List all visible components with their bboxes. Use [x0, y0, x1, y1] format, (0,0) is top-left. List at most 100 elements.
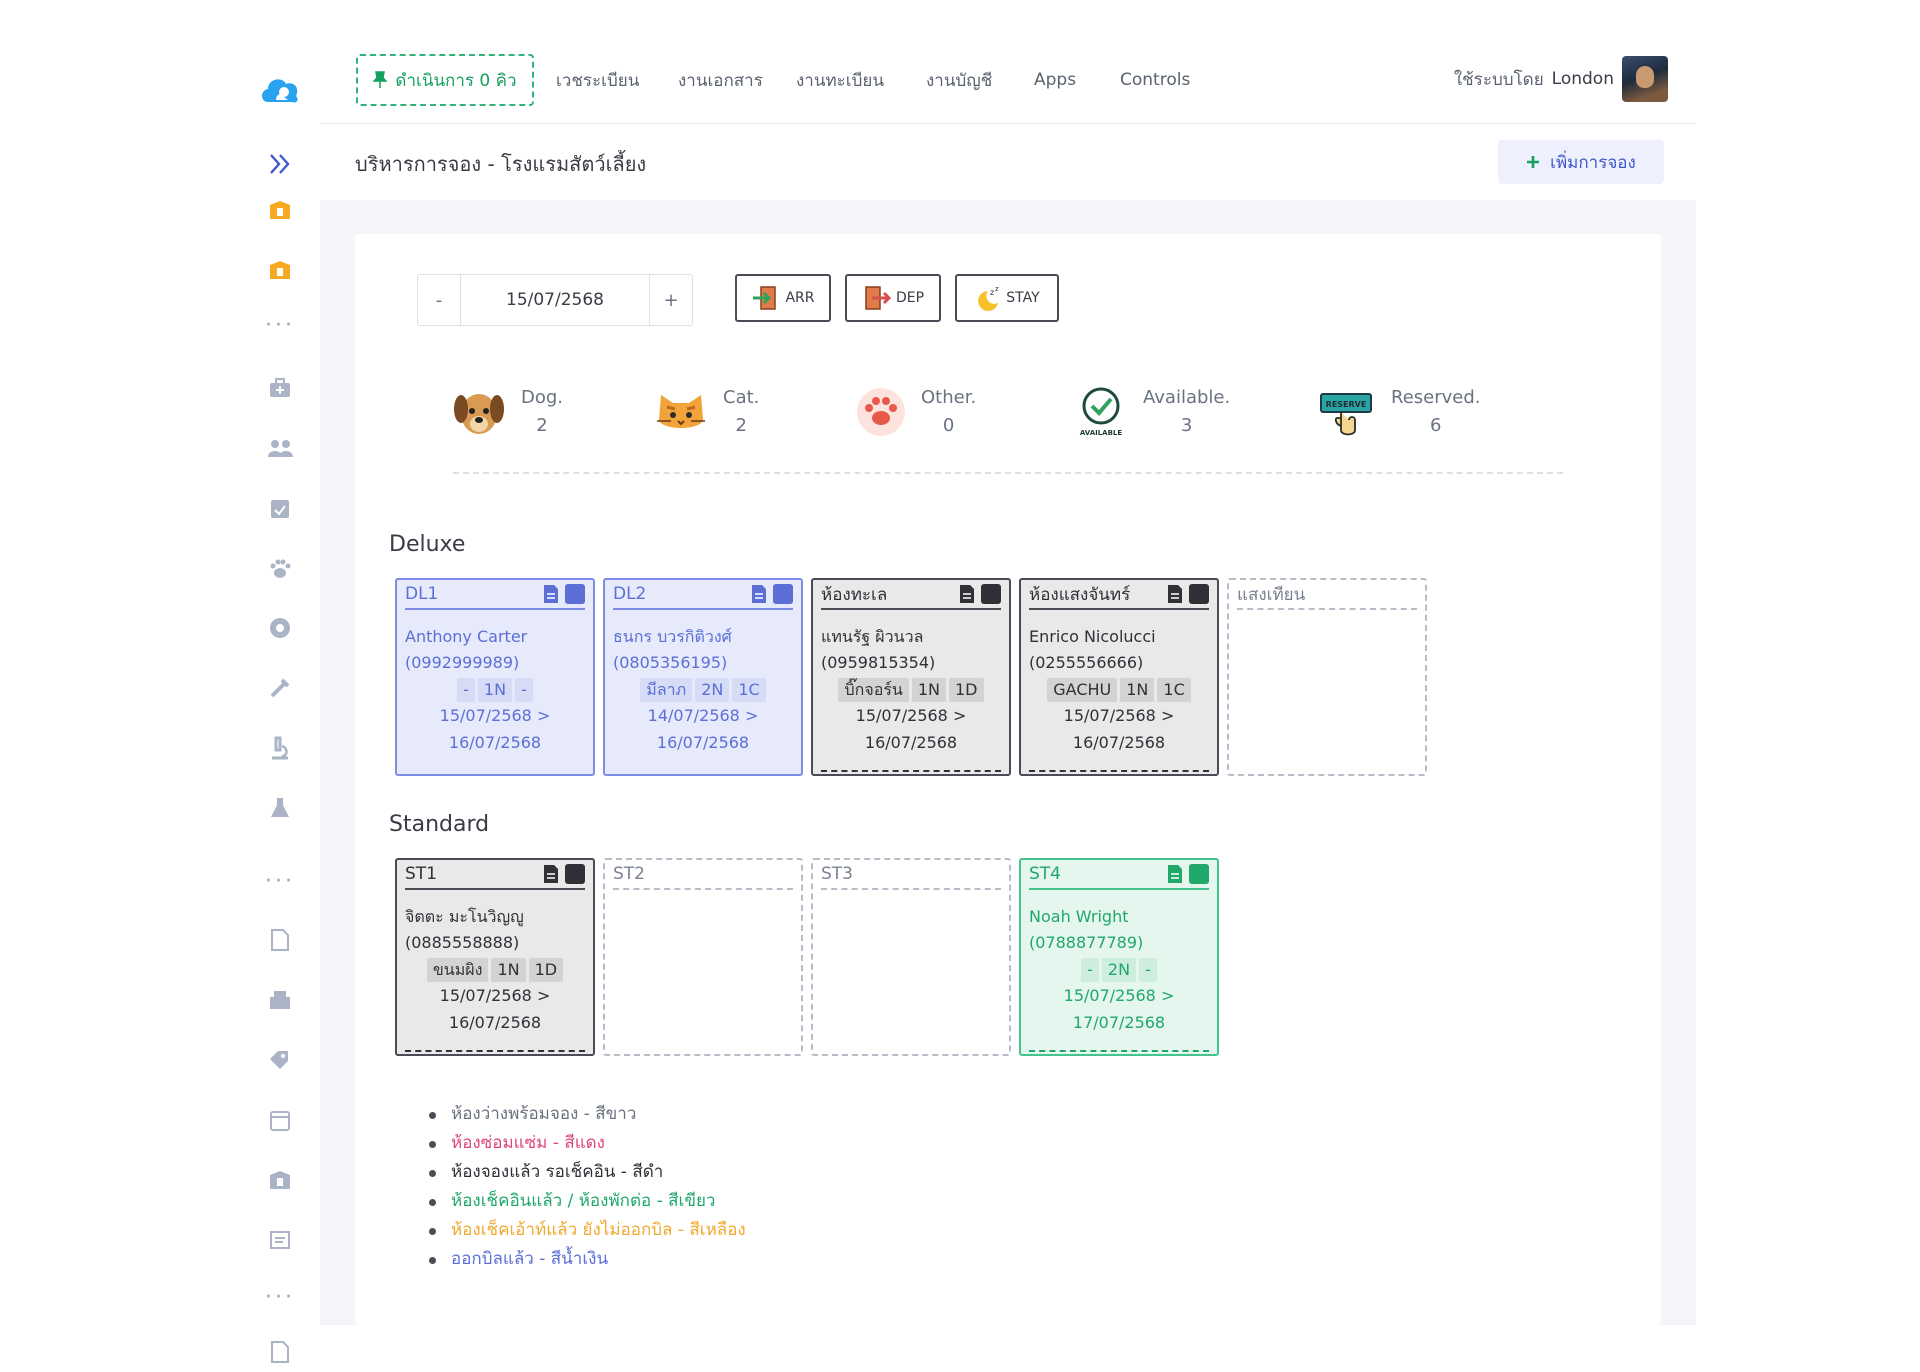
nav-item-controls[interactable]: Controls [1120, 54, 1190, 106]
stat-other-label: Other. [921, 387, 977, 408]
report-icon[interactable] [240, 1332, 320, 1372]
stat-cat-value: 2 [735, 415, 747, 436]
clinic-icon[interactable] [240, 250, 320, 290]
expand-icon[interactable] [240, 144, 320, 184]
nav-item-records[interactable]: เวชระเบียน [556, 54, 639, 106]
nav-item-documents[interactable]: งานเอกสาร [678, 54, 763, 106]
date-to: 16/07/2568 [656, 733, 750, 752]
plus-icon [1527, 156, 1540, 168]
more-dots[interactable]: ··· [240, 306, 320, 346]
status-square [1189, 584, 1209, 604]
available-badge-icon: AVAILABLE [1080, 387, 1123, 437]
date-stepper: - 15/07/2568 + [417, 274, 693, 326]
add-booking-button[interactable]: เพิ่มการจอง [1498, 140, 1664, 184]
stat-other-value: 0 [942, 415, 955, 436]
paw-icon[interactable] [240, 548, 320, 588]
app-logo-icon[interactable] [240, 62, 320, 118]
document-icon[interactable] [1167, 864, 1183, 884]
svg-text:RESERVE: RESERVE [1326, 400, 1367, 409]
pin-icon [373, 71, 388, 88]
room-card-st2[interactable]: ST2 [603, 858, 803, 1056]
user-prefix: ใช้ระบบโดย [1453, 69, 1544, 90]
clinic-icon[interactable] [240, 190, 320, 230]
room-card-candlelight[interactable]: แสงเทียน [1227, 578, 1427, 776]
stat-cat: Cat. 2 [653, 384, 759, 440]
svg-text:AVAILABLE: AVAILABLE [1080, 429, 1123, 437]
status-square [565, 864, 585, 884]
tags-icon[interactable] [240, 1040, 320, 1080]
room-card-st1[interactable]: ST1 จิตตะ มะโนวิญญู (0885558888) ขนมผิง 1… [395, 858, 595, 1056]
legend-item-checked-in: ห้องเช็คอินแล้ว / ห้องพักต่อ - สีเขียว [427, 1187, 746, 1216]
pet-name-tag: - [457, 678, 475, 702]
room-code: ห้องแสงจันทร์ [1029, 584, 1131, 605]
card-bottom-border [1029, 1050, 1209, 1052]
nights-tag: 1N [491, 958, 526, 982]
guest-name: Anthony Carter [405, 627, 528, 646]
legend-item-checked-out: ห้องเช็คเอ้าท์แล้ว ยังไม่ออกบิล - สีเหลื… [427, 1216, 746, 1245]
flask-icon[interactable] [240, 788, 320, 828]
warehouse-icon[interactable] [240, 980, 320, 1020]
nav-item-apps[interactable]: Apps [1034, 54, 1076, 106]
pet-name-tag: - [1081, 958, 1099, 982]
calendar-icon[interactable] [240, 1100, 320, 1140]
legend-item-repair: ห้องซ่อมแซ่ม - สีแดง [427, 1129, 746, 1158]
arr-filter-button[interactable]: ARR [735, 274, 831, 322]
pet-count-tag: 1D [528, 958, 564, 982]
calendar-check-icon[interactable] [240, 488, 320, 528]
document-icon[interactable] [959, 584, 975, 604]
clinic-icon[interactable] [240, 1160, 320, 1200]
room-card-st4[interactable]: ST4 Noah Wright (0788877789) -2N - 15/07/… [1019, 858, 1219, 1056]
users-icon[interactable] [240, 428, 320, 468]
date-increment-button[interactable]: + [650, 275, 692, 325]
status-square [981, 584, 1001, 604]
queue-button[interactable]: ดำเนินการ 0 คิว [356, 54, 534, 106]
nights-tag: 1N [1120, 678, 1155, 702]
document-icon[interactable] [543, 584, 559, 604]
briefcase-medical-icon[interactable] [240, 368, 320, 408]
syringe-icon[interactable] [240, 668, 320, 708]
pet-count-tag: 1C [732, 678, 766, 702]
legend-item-available: ห้องว่างพร้อมจอง - สีขาว [427, 1100, 746, 1129]
dep-label: DEP [895, 290, 925, 306]
more-dots[interactable]: ··· [240, 862, 320, 902]
document-icon[interactable] [751, 584, 767, 604]
stat-dog: Dog. 2 [451, 384, 563, 440]
microscope-icon[interactable] [240, 728, 320, 768]
top-bar: ดำเนินการ 0 คิว เวชระเบียน งานเอกสาร งาน… [320, 40, 1696, 124]
stats-divider [453, 472, 1563, 474]
door-enter-icon [753, 286, 777, 310]
guest-phone: (0885558888) [405, 933, 520, 952]
pet-count-tag: 1C [1157, 678, 1191, 702]
nav-item-accounting[interactable]: งานบัญชี [926, 54, 992, 106]
add-booking-label: เพิ่มการจอง [1550, 152, 1636, 173]
room-card-dl1[interactable]: DL1 Anthony Carter (0992999989) -1N - 15/… [395, 578, 595, 776]
stay-filter-button[interactable]: zz STAY [955, 274, 1059, 322]
pet-count-tag: - [515, 678, 533, 702]
nights-tag: 1N [911, 678, 946, 702]
file-icon[interactable] [240, 1220, 320, 1260]
stat-reserved: RESERVE Reserved. 6 [1317, 384, 1481, 440]
date-field[interactable]: 15/07/2568 [460, 275, 650, 325]
nights-tag: 2N [1101, 958, 1137, 982]
section-title-deluxe: Deluxe [389, 532, 466, 557]
lifebuoy-icon[interactable] [240, 608, 320, 648]
moon-sleep-icon: zz [978, 285, 999, 311]
nav-item-registration[interactable]: งานทะเบียน [796, 54, 884, 106]
stat-available-label: Available. [1143, 387, 1231, 408]
avatar[interactable] [1622, 56, 1668, 102]
document-icon[interactable] [240, 920, 320, 960]
more-dots[interactable]: ··· [240, 1278, 320, 1318]
pet-name-tag: GACHU [1047, 678, 1118, 702]
date-decrement-button[interactable]: - [418, 275, 460, 325]
room-card-moonlight[interactable]: ห้องแสงจันทร์ Enrico Nicolucci (02555566… [1019, 578, 1219, 776]
room-card-dl2[interactable]: DL2 ธนกร บวรกิติวงศ์ (0805356195) มีลาภ 2… [603, 578, 803, 776]
dep-filter-button[interactable]: DEP [845, 274, 941, 322]
date-to: 17/07/2568 [1072, 1013, 1166, 1032]
paw-print-icon [857, 388, 905, 436]
user-name: London [1551, 69, 1614, 89]
document-icon[interactable] [543, 864, 559, 884]
document-icon[interactable] [1167, 584, 1183, 604]
user-menu[interactable]: ใช้ระบบโดย London [1454, 56, 1668, 102]
room-card-st3[interactable]: ST3 [811, 858, 1011, 1056]
room-card-sea[interactable]: ห้องทะเล แทนรัฐ ผิวนวล (0959815354) บิ๊ก… [811, 578, 1011, 776]
